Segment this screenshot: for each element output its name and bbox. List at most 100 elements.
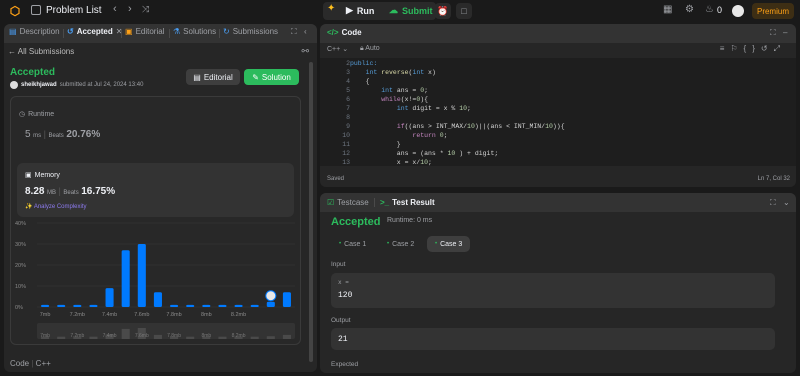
maximize-icon[interactable]: ⛶ xyxy=(291,27,297,37)
chart-bar xyxy=(234,304,243,307)
chart-bar xyxy=(202,304,211,307)
checkbox-icon: ☑ xyxy=(327,198,335,207)
solution-button[interactable]: ✎ Solution xyxy=(244,69,299,85)
autocomplete-toggle[interactable]: 🔒︎ Auto xyxy=(360,45,380,53)
input-box[interactable]: x = 120 xyxy=(331,273,775,308)
debug-icon[interactable]: ✦ xyxy=(327,4,335,14)
code-line: if((ans > INT_MAX/10)||(ans < INT_MIN/10… xyxy=(396,123,565,130)
braces-icon[interactable]: {} xyxy=(744,44,761,53)
chip-icon: ▣ xyxy=(25,172,32,179)
problem-list-icon[interactable] xyxy=(31,5,41,15)
y-tick-label: 30% xyxy=(15,242,26,248)
y-tick-label: 10% xyxy=(15,284,26,290)
memory-box[interactable]: ▣ Memory 8.28 MB | Beats 16.75% ✨ Analyz… xyxy=(17,163,294,217)
prev-problem-icon[interactable]: ‹ xyxy=(113,4,117,15)
shuffle-icon[interactable]: ⤨ xyxy=(142,5,149,14)
run-button[interactable]: ▶ Run xyxy=(346,5,374,16)
chart-bar xyxy=(186,304,195,307)
line-number: 8 xyxy=(346,114,350,121)
y-tick-label: 0% xyxy=(15,305,23,311)
problem-list-link[interactable]: Problem List xyxy=(46,5,102,16)
tab-divider xyxy=(63,29,64,38)
left-tab-bar: ▤ Description ↺ Accepted ✕ ▣ Editorial ⚗… xyxy=(4,24,317,43)
layout-grid-icon[interactable]: ▦ xyxy=(663,5,672,15)
expand-icon[interactable]: ⤢ xyxy=(774,44,786,53)
tab-submissions[interactable]: ↻ Submissions xyxy=(223,27,278,36)
x-tick-label: 7.4mb xyxy=(102,312,117,318)
author-name[interactable]: sheikhjawad xyxy=(21,82,57,88)
clock-icon: ↻ xyxy=(223,27,230,36)
brush-bar xyxy=(282,334,291,339)
link-icon[interactable]: ⚯ xyxy=(301,46,309,57)
line-number: 6 xyxy=(346,96,350,103)
maximize-icon[interactable]: ⛶ xyxy=(770,198,776,208)
format-icon[interactable]: ≡ xyxy=(720,44,731,53)
test-runtime: Runtime: 0 ms xyxy=(387,217,433,224)
case-tab-2[interactable]: • Case 2 xyxy=(379,236,422,252)
x-tick-label: 7.8mb xyxy=(166,312,181,318)
tab-code[interactable]: </> Code xyxy=(327,28,362,37)
collapse-icon[interactable]: ‹ xyxy=(304,27,307,36)
notes-icon[interactable]: □ xyxy=(456,3,472,19)
case-tab-3[interactable]: • Case 3 xyxy=(427,236,471,252)
x-tick-label: 8mb xyxy=(201,312,212,318)
line-number: 3 xyxy=(346,69,350,76)
streak-counter[interactable]: ♨ 0 xyxy=(705,5,722,16)
tab-solutions[interactable]: ⚗ Solutions xyxy=(173,27,216,36)
analyze-complexity-link[interactable]: ✨ Analyze Complexity xyxy=(25,203,87,210)
chart-bar xyxy=(266,301,275,307)
edit-icon: ✎ xyxy=(252,72,259,82)
language-select[interactable]: C++ ⌄ xyxy=(327,45,348,53)
editorial-button[interactable]: ▤ Editorial xyxy=(186,69,240,85)
tab-divider xyxy=(374,198,375,207)
tab-test-result[interactable]: >_ Test Result xyxy=(380,198,435,207)
code-line: return 0; xyxy=(412,132,448,139)
code-footer: Code | C++ xyxy=(10,359,51,368)
cursor-position: Ln 7, Col 32 xyxy=(757,176,790,182)
submission-panel: ▤ Description ↺ Accepted ✕ ▣ Editorial ⚗… xyxy=(4,24,317,372)
brush-bar xyxy=(266,336,275,339)
premium-button[interactable]: Premium xyxy=(752,3,794,19)
alarm-clock-icon[interactable]: ⏰ xyxy=(435,3,451,19)
pass-dot-icon: • xyxy=(387,241,390,247)
tab-accepted[interactable]: ↺ Accepted ✕ xyxy=(67,27,122,36)
submission-status: Accepted xyxy=(10,67,56,78)
avatar[interactable] xyxy=(732,5,744,17)
save-status: Saved xyxy=(327,176,345,182)
brush-tick-label: 7.8mb xyxy=(167,333,181,339)
submission-author: sheikhjawad submitted at Jul 24, 2024 13… xyxy=(10,81,143,89)
chart-bar xyxy=(153,292,162,307)
chart-bar xyxy=(250,304,259,307)
brush-tick-label: 7.2mb xyxy=(70,333,84,339)
scrollbar[interactable] xyxy=(309,62,313,362)
line-number: 4 xyxy=(346,78,350,85)
gear-icon[interactable]: ⚙ xyxy=(685,5,694,15)
brush-bar xyxy=(89,336,98,339)
leetcode-logo[interactable]: ⬡ xyxy=(9,4,21,18)
code-line: int reverse(int x) xyxy=(365,69,436,76)
brush-bar xyxy=(218,336,227,339)
tab-testcase[interactable]: ☑ Testcase xyxy=(327,198,369,207)
runtime-header[interactable]: ◷ Runtime xyxy=(19,110,54,119)
chevron-down-icon: ⌄ xyxy=(342,46,349,53)
code-editor[interactable]: 2 public: 3 int reverse(int x) 4 {5 int ans… xyxy=(320,58,796,166)
collapse-icon[interactable]: – xyxy=(783,28,787,37)
play-icon: ▶ xyxy=(346,5,353,15)
reset-icon[interactable]: ↺ xyxy=(761,44,774,53)
x-tick-label: 7.2mb xyxy=(70,312,85,318)
submit-button[interactable]: ☁ Submit xyxy=(389,5,433,16)
case-tab-1[interactable]: • Case 1 xyxy=(331,236,374,252)
tab-description[interactable]: ▤ Description xyxy=(9,27,60,36)
next-problem-icon[interactable]: › xyxy=(128,4,132,15)
brush-bar xyxy=(186,336,195,339)
chart-bar xyxy=(170,304,179,307)
brush-tick-label: 7mb xyxy=(40,333,50,339)
collapse-icon[interactable]: ⌄ xyxy=(783,198,790,207)
all-submissions-link[interactable]: ← All Submissions xyxy=(8,47,74,56)
maximize-icon[interactable]: ⛶ xyxy=(770,28,776,38)
bookmark-icon[interactable]: ⚐ xyxy=(730,44,743,53)
brush-bar xyxy=(250,336,259,339)
performance-card: ◷ Runtime 5 ms | Beats 20.76% ▣ Memory 8… xyxy=(10,96,301,345)
tab-editorial[interactable]: ▣ Editorial xyxy=(125,27,164,36)
x-tick-label: 7.6mb xyxy=(134,312,149,318)
